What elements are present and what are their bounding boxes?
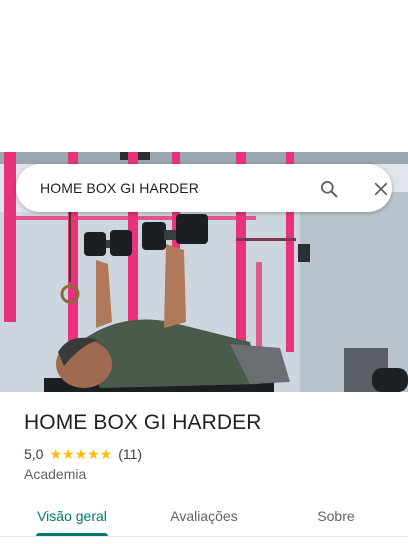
rating-value: 5,0 [24, 446, 44, 462]
review-count[interactable]: (11) [118, 446, 142, 462]
place-tabs: Visão geral Avaliações Sobre [0, 496, 408, 544]
close-icon[interactable] [368, 176, 394, 202]
map-top-area [0, 0, 408, 152]
search-icon[interactable] [316, 176, 342, 202]
rating-row[interactable]: 5,0 ★★★★★ (11) [24, 445, 142, 463]
star-rating-icon: ★★★★★ [49, 447, 112, 461]
search-input[interactable]: HOME BOX GI HARDER [40, 164, 199, 212]
place-info-panel: HOME BOX GI HARDER 5,0 ★★★★★ (11) Academ… [0, 392, 408, 544]
tabs-divider [0, 536, 408, 537]
stars-label: ★★★★★ [49, 446, 113, 462]
tab-overview[interactable]: Visão geral [22, 496, 122, 536]
place-category[interactable]: Academia [24, 466, 86, 482]
place-title: HOME BOX GI HARDER [24, 411, 262, 434]
tab-about[interactable]: Sobre [286, 496, 386, 536]
tab-reviews[interactable]: Avaliações [154, 496, 254, 536]
search-bar[interactable]: HOME BOX GI HARDER [16, 164, 392, 212]
